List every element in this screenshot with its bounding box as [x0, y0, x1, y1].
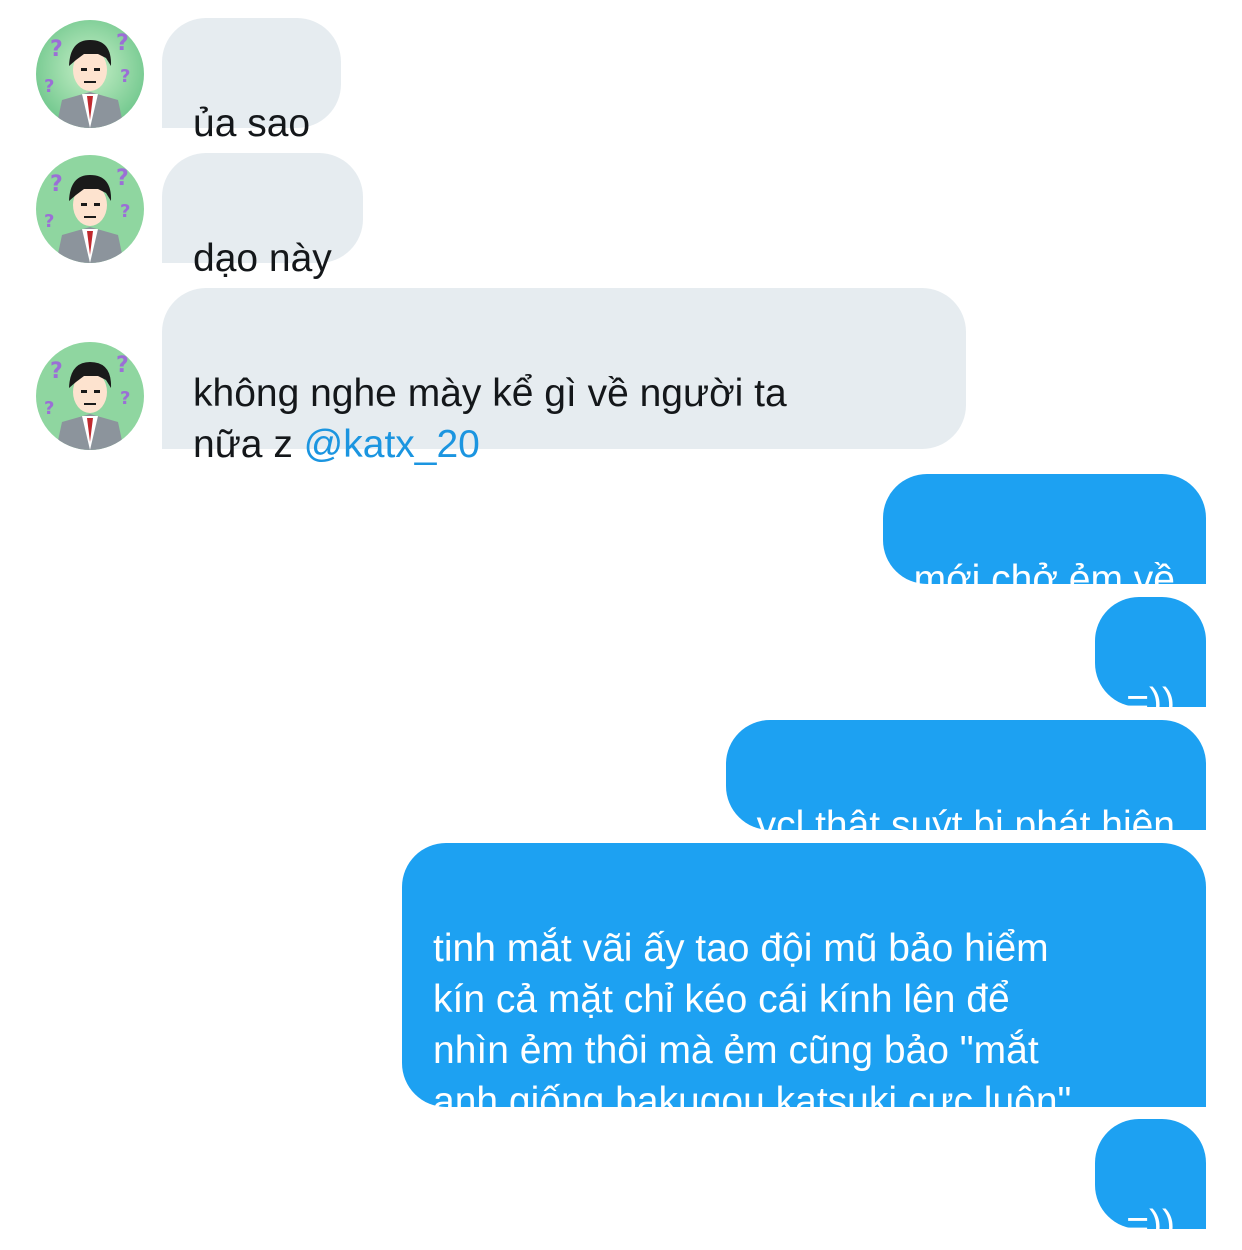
svg-text:?: ? [44, 76, 54, 97]
message-text: ủa sao [193, 102, 311, 145]
message-bubble-outgoing[interactable]: =)) [1095, 1119, 1206, 1246]
message-bubble-outgoing[interactable]: tinh mắt vãi ấy tao đội mũ bảo hiểm kín … [402, 843, 1206, 1123]
svg-text:?: ? [50, 359, 63, 384]
message-text: dạo này [193, 237, 332, 280]
message-text: tinh mắt vãi ấy tao đội mũ bảo hiểm kín … [433, 927, 1072, 1123]
message-bubble-outgoing[interactable]: =)) [1095, 597, 1206, 724]
avatar-icon[interactable]: ? ? ? ? [36, 342, 144, 450]
svg-text:?: ? [44, 211, 54, 232]
message-bubble-outgoing[interactable]: mới chở ẻm về [882, 474, 1206, 601]
svg-text:?: ? [50, 37, 63, 62]
mention-link[interactable]: @katx_20 [304, 423, 480, 466]
svg-text:?: ? [120, 201, 130, 222]
svg-text:?: ? [120, 66, 130, 87]
message-text: vcl thật suýt bị phát hiện [756, 804, 1175, 847]
svg-text:?: ? [116, 353, 129, 378]
message-text: không nghe mày kể gì về người ta nữa z [193, 372, 787, 466]
svg-text:?: ? [116, 31, 129, 56]
svg-text:?: ? [116, 166, 129, 191]
message-text: mới chở ẻm về [913, 558, 1175, 601]
message-bubble-incoming[interactable]: dạo này [162, 153, 363, 280]
message-bubble-outgoing[interactable]: vcl thật suýt bị phát hiện [725, 720, 1206, 847]
avatar-icon[interactable]: ? ? ? ? [36, 155, 144, 263]
message-bubble-incoming[interactable]: không nghe mày kể gì về người ta nữa z @… [162, 288, 966, 466]
svg-text:?: ? [120, 388, 130, 409]
svg-text:?: ? [50, 172, 63, 197]
svg-text:?: ? [44, 398, 54, 419]
message-text: =)) [1126, 681, 1175, 724]
message-bubble-incoming[interactable]: ủa sao [162, 18, 342, 145]
avatar-icon[interactable]: ? ? ? ? [36, 20, 144, 128]
message-text: =)) [1126, 1203, 1175, 1246]
